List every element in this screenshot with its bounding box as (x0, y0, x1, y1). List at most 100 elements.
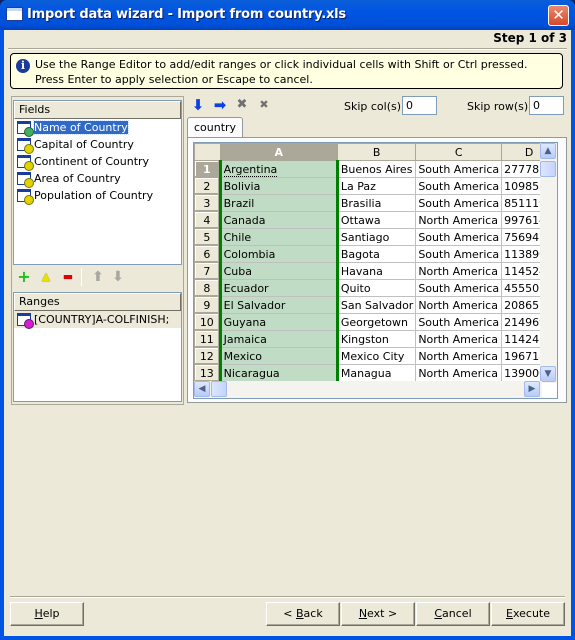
row-header[interactable]: 12 (194, 347, 221, 365)
sheet-tab-country[interactable]: country (187, 117, 244, 137)
scroll-down-button[interactable]: ▼ (540, 366, 556, 382)
sheet-cell[interactable]: Bolivia (218, 177, 339, 195)
cell-text: North America (418, 264, 498, 278)
sheet-cell[interactable]: South America (415, 245, 503, 263)
sheet-cell[interactable]: Santiago (336, 228, 417, 246)
corner-cell[interactable] (194, 143, 221, 161)
row-header[interactable]: 7 (194, 262, 221, 280)
field-item[interactable]: Continent of Country (14, 153, 181, 171)
column-header-b[interactable]: B (336, 143, 417, 161)
sheet-cell[interactable]: Brazil (218, 194, 339, 212)
field-item[interactable]: Capital of Country (14, 136, 181, 154)
skip-rows-input[interactable] (529, 96, 564, 115)
edit-range-icon[interactable]: ▲ (37, 268, 55, 286)
row-header[interactable]: 1 (194, 160, 221, 178)
sheet-cell[interactable]: Colombia (218, 245, 339, 263)
sheet-cell[interactable]: North America (415, 364, 503, 382)
sheet-cell[interactable]: North America (415, 262, 503, 280)
sheet-cell[interactable]: South America (415, 160, 503, 178)
fill-right-icon[interactable]: ➡ (211, 96, 229, 114)
sheet-cell[interactable]: Cuba (218, 262, 339, 280)
horizontal-scroll-thumb[interactable] (211, 381, 227, 397)
row-header[interactable]: 9 (194, 296, 221, 314)
clear-all-icon[interactable]: ✖ (255, 96, 273, 114)
fill-down-icon[interactable]: ⬇ (189, 96, 207, 114)
sheet-cell[interactable]: Mexico (218, 347, 339, 365)
sheet-cell[interactable]: Guyana (218, 313, 339, 331)
cell-text: 6 (203, 247, 211, 261)
row-header[interactable]: 4 (194, 211, 221, 229)
sheet-cell[interactable]: Bagota (336, 245, 417, 263)
back-button[interactable]: < Back (266, 602, 340, 626)
title-bar[interactable]: Import data wizard - Import from country… (0, 0, 575, 30)
scroll-right-button[interactable]: ▶ (524, 381, 540, 397)
sheet-cell[interactable]: Argentina (218, 160, 339, 178)
field-item[interactable]: Area of Country (14, 170, 181, 188)
row-header[interactable]: 2 (194, 177, 221, 195)
row-header[interactable]: 3 (194, 194, 221, 212)
sheet-cell[interactable]: North America (415, 211, 503, 229)
sheet-cell[interactable]: La Paz (336, 177, 417, 195)
cell-text: 13 (199, 366, 214, 380)
sheet-cell[interactable]: El Salvador (218, 296, 339, 314)
sheet-cell[interactable]: Quito (336, 279, 417, 297)
row-header[interactable]: 11 (194, 330, 221, 348)
spreadsheet-grid[interactable]: ABCD 1 Argentina Buenos Aires South America… (193, 142, 558, 399)
sheet-cell[interactable]: Managua (336, 364, 417, 382)
sheet-cell[interactable]: South America (415, 228, 503, 246)
sheet-cell[interactable]: Canada (218, 211, 339, 229)
execute-button[interactable]: Execute (491, 602, 565, 626)
sheet-cell[interactable]: Jamaica (218, 330, 339, 348)
horizontal-scrollbar[interactable]: ◀ ▶ (194, 381, 542, 398)
vertical-scroll-thumb[interactable] (540, 161, 556, 177)
sheet-cell[interactable]: Ecuador (218, 279, 339, 297)
row-header[interactable]: 8 (194, 279, 221, 297)
scroll-left-button[interactable]: ◀ (194, 381, 210, 397)
field-item[interactable]: Name of Country (14, 119, 181, 137)
skip-cols-input[interactable] (402, 96, 437, 115)
sheet-cell[interactable]: Kingston (336, 330, 417, 348)
sheet-cell[interactable]: Buenos Aires (336, 160, 417, 178)
column-header-c[interactable]: C (415, 143, 503, 161)
next-button[interactable]: Next > (341, 602, 415, 626)
ranges-header[interactable]: Ranges (14, 293, 181, 311)
help-button[interactable]: Help (10, 602, 84, 626)
field-item[interactable]: Population of Country (14, 187, 181, 205)
add-range-icon[interactable]: + (15, 268, 33, 286)
row-header[interactable]: 6 (194, 245, 221, 263)
sheet-cell[interactable]: Brasilia (336, 194, 417, 212)
sheet-cell[interactable]: Ottawa (336, 211, 417, 229)
sheet-cell[interactable]: South America (415, 313, 503, 331)
row-header[interactable]: 10 (194, 313, 221, 331)
range-item[interactable]: [COUNTRY]A-COLFINISH; (14, 311, 181, 329)
sheet-cell[interactable]: Mexico City (336, 347, 417, 365)
sheet-cell[interactable]: North America (415, 296, 503, 314)
move-up-icon[interactable]: ⬆ (89, 268, 107, 286)
row-header[interactable]: 5 (194, 228, 221, 246)
sheet-cell[interactable]: South America (415, 279, 503, 297)
cell-text: San Salvador (340, 298, 414, 312)
vertical-scrollbar[interactable]: ▲ ▼ (540, 143, 557, 383)
sheet-cell[interactable]: Georgetown (336, 313, 417, 331)
sheet-cell[interactable]: Chile (218, 228, 339, 246)
sheet-cell[interactable]: Havana (336, 262, 417, 280)
cancel-button[interactable]: Cancel (416, 602, 490, 626)
move-down-icon[interactable]: ⬇ (109, 268, 127, 286)
row-header[interactable]: 13 (194, 364, 221, 382)
sheet-cell[interactable]: South America (415, 194, 503, 212)
fields-list[interactable]: Fields Name of Country Capital of Country… (13, 100, 182, 265)
sheet-row: 2 Bolivia La Paz South America 1098575 (194, 177, 557, 195)
scroll-up-button[interactable]: ▲ (540, 143, 556, 159)
clear-icon[interactable]: ✖ (233, 96, 251, 114)
cell-text: North America (418, 213, 498, 227)
column-header-a[interactable]: A (219, 143, 338, 161)
sheet-cell[interactable]: North America (415, 347, 503, 365)
sheet-cell[interactable]: North America (415, 330, 503, 348)
ranges-list[interactable]: Ranges [COUNTRY]A-COLFINISH; (13, 292, 182, 402)
sheet-cell[interactable]: San Salvador (336, 296, 417, 314)
delete-range-icon[interactable]: ▬ (59, 268, 77, 286)
sheet-cell[interactable]: Nicaragua (218, 364, 339, 382)
sheet-cell[interactable]: South America (415, 177, 503, 195)
fields-header[interactable]: Fields (14, 101, 181, 119)
close-button[interactable]: ✕ (548, 5, 569, 26)
